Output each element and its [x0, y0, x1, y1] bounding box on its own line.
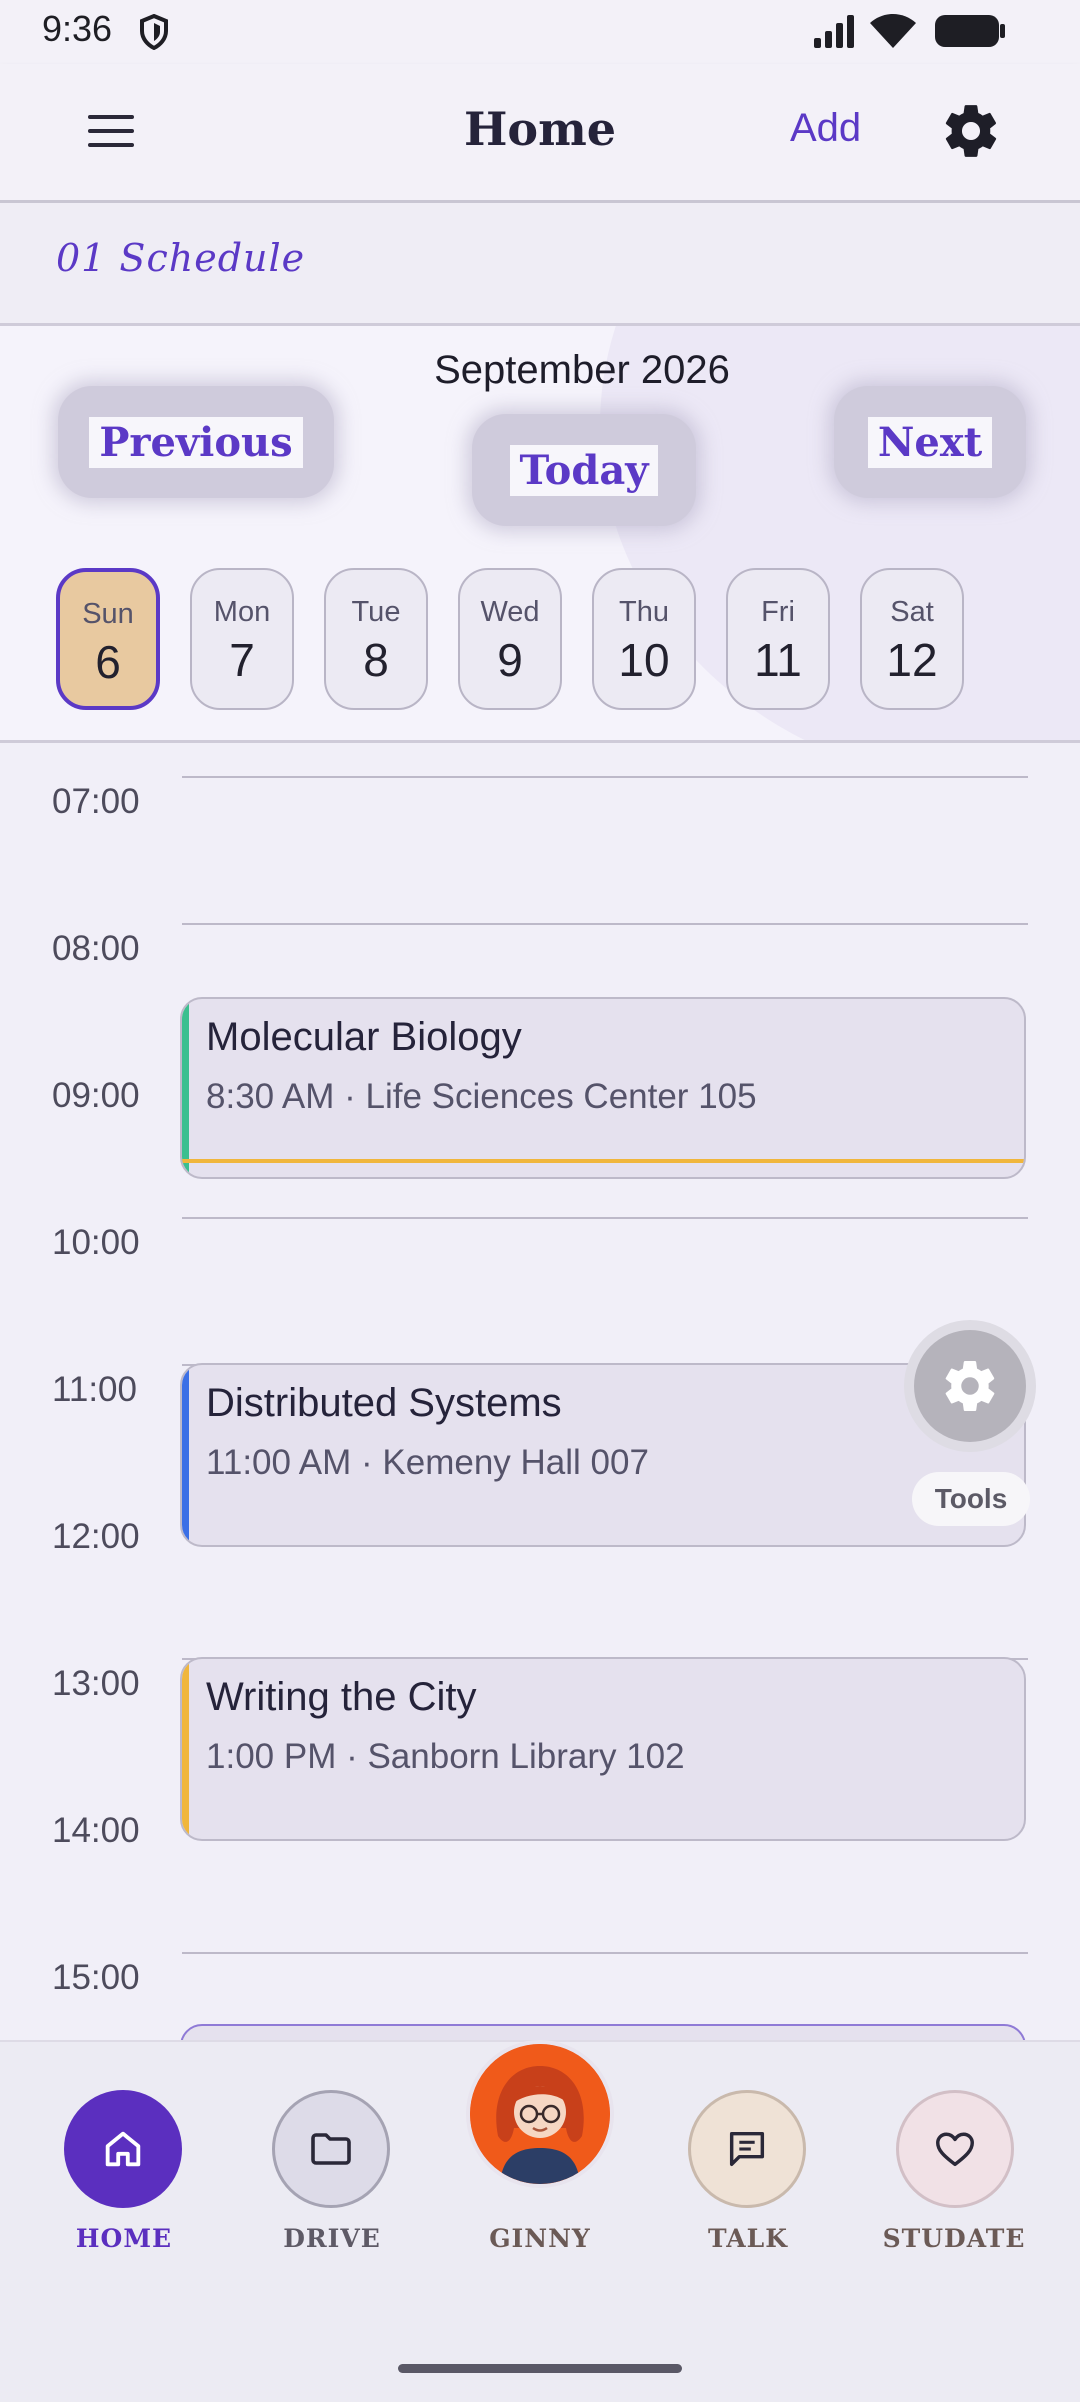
- nav-home-label: HOME: [75, 2224, 173, 2253]
- tools-label: Tools: [912, 1472, 1030, 1526]
- event-title: Writing the City: [206, 1675, 477, 1719]
- nav-studate-label: STUDATE: [882, 2224, 1026, 2253]
- event-accent: [182, 1659, 189, 1839]
- event-accent: [182, 1365, 189, 1545]
- nav-drive-label: DRIVE: [283, 2224, 381, 2253]
- status-time: 9:36: [42, 8, 113, 49]
- day-date: 7: [229, 634, 255, 686]
- nav-drive[interactable]: [272, 2090, 390, 2208]
- menu-button[interactable]: [80, 100, 142, 162]
- nav-talk-label: TALK: [708, 2224, 788, 2253]
- settings-button[interactable]: [940, 100, 1002, 162]
- day-name: Thu: [619, 596, 669, 628]
- heart-icon: [936, 2132, 974, 2167]
- day-date: 11: [754, 634, 802, 686]
- chat-icon: [729, 2131, 765, 2167]
- page-title: Home: [463, 102, 617, 156]
- shield-icon: [140, 14, 168, 50]
- hour-label: 13:00: [52, 1664, 140, 1703]
- hour-label: 08:00: [52, 929, 140, 968]
- day-date: 10: [618, 634, 670, 686]
- today-button[interactable]: Today: [472, 414, 696, 526]
- today-label: Today: [509, 444, 659, 496]
- day-name: Sun: [82, 598, 134, 630]
- day-date: 6: [95, 636, 121, 688]
- event-accent: [182, 999, 189, 1177]
- nav-ginny[interactable]: [466, 2040, 614, 2188]
- event-card[interactable]: Molecular Biology 8:30 AM · Life Science…: [180, 997, 1026, 1179]
- month-label: September 2026: [434, 348, 730, 392]
- day-chip-thu[interactable]: Thu 10: [592, 568, 696, 710]
- hour-line: [182, 1217, 1028, 1219]
- day-name: Wed: [480, 596, 540, 628]
- hour-label: 11:00: [52, 1370, 137, 1409]
- nav-ginny-label: GINNY: [489, 2224, 591, 2253]
- home-indicator[interactable]: [398, 2364, 682, 2373]
- day-chip-sun[interactable]: Sun 6: [56, 568, 160, 710]
- tools-button[interactable]: [904, 1320, 1036, 1452]
- day-name: Mon: [213, 596, 271, 628]
- day-chip-fri[interactable]: Fri 11: [726, 568, 830, 710]
- tools-fab-inner: [914, 1330, 1026, 1442]
- hour-label: 10:00: [52, 1223, 140, 1262]
- battery-icon: [935, 15, 1005, 47]
- nav-home[interactable]: [64, 2090, 182, 2208]
- hour-line: [182, 1952, 1028, 1954]
- day-date: 9: [497, 634, 523, 686]
- event-title: Distributed Systems: [206, 1381, 562, 1425]
- day-name: Fri: [761, 596, 795, 628]
- hour-label: 09:00: [52, 1076, 140, 1115]
- previous-label: Previous: [89, 416, 303, 468]
- hour-label: 15:00: [52, 1958, 140, 1997]
- event-subtitle: 1:00 PM · Sanborn Library 102: [206, 1737, 685, 1776]
- hour-label: 07:00: [52, 782, 140, 821]
- day-chip-sat[interactable]: Sat 12: [860, 568, 964, 710]
- hamburger-icon: [88, 115, 134, 147]
- event-subtitle: 11:00 AM · Kemeny Hall 007: [206, 1443, 649, 1482]
- signal-icon: [814, 15, 854, 48]
- day-name: Tue: [351, 596, 401, 628]
- event-underline: [182, 1159, 1024, 1163]
- ginny-avatar: [470, 2044, 610, 2184]
- folder-icon: [311, 2133, 351, 2165]
- day-name: Sat: [890, 596, 934, 628]
- previous-button[interactable]: Previous: [58, 386, 334, 498]
- day-date: 12: [886, 634, 938, 686]
- next-label: Next: [867, 416, 993, 468]
- nav-studate[interactable]: [896, 2090, 1014, 2208]
- day-chip-tue[interactable]: Tue 8: [324, 568, 428, 710]
- hour-label: 12:00: [52, 1517, 140, 1556]
- divider: [0, 740, 1080, 743]
- add-button[interactable]: Add: [790, 106, 861, 151]
- wifi-icon: [870, 14, 916, 48]
- event-card[interactable]: Writing the City 1:00 PM · Sanborn Libra…: [180, 1657, 1026, 1841]
- next-button[interactable]: Next: [834, 386, 1026, 498]
- section-label: 01 Schedule: [56, 236, 306, 280]
- hour-line: [182, 776, 1028, 778]
- event-subtitle: 8:30 AM · Life Sciences Center 105: [206, 1077, 757, 1116]
- gear-icon: [945, 105, 997, 157]
- day-date: 8: [363, 634, 389, 686]
- hour-line: [182, 923, 1028, 925]
- home-icon: [105, 2131, 141, 2167]
- day-chip-wed[interactable]: Wed 9: [458, 568, 562, 710]
- gear-icon: [945, 1361, 995, 1412]
- event-card[interactable]: Distributed Systems 11:00 AM · Kemeny Ha…: [180, 1363, 1026, 1547]
- nav-talk[interactable]: [688, 2090, 806, 2208]
- day-chip-mon[interactable]: Mon 7: [190, 568, 294, 710]
- hour-label: 14:00: [52, 1811, 140, 1850]
- event-title: Molecular Biology: [206, 1015, 522, 1059]
